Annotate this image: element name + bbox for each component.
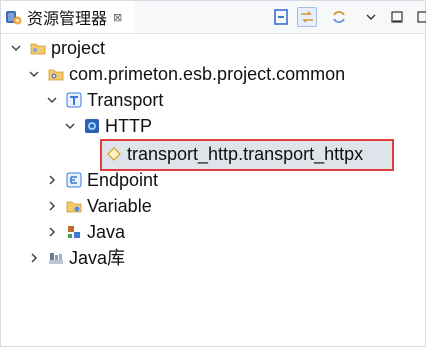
- tree-item-label: Transport: [87, 90, 164, 110]
- chevron-right-icon[interactable]: [45, 199, 59, 213]
- transport-file-icon: [105, 145, 123, 163]
- tree-item-label: Variable: [87, 196, 152, 216]
- tree-item-java-library[interactable]: Java库: [27, 245, 125, 271]
- tree-item-transport-file[interactable]: transport_http.transport_httpx: [105, 141, 363, 167]
- package-gear-icon: [47, 65, 65, 83]
- minimize-icon: [391, 11, 403, 23]
- tree-item-label: Java: [87, 222, 126, 242]
- maximize-icon: [417, 11, 426, 23]
- tree-item-variable[interactable]: Variable: [45, 193, 152, 219]
- project-folder-icon: [29, 39, 47, 57]
- explorer-icon: [5, 8, 23, 26]
- chevron-down-icon[interactable]: [9, 41, 23, 55]
- chevron-right-icon[interactable]: [45, 173, 59, 187]
- collapse-all-button[interactable]: [271, 7, 291, 27]
- resource-tree: project com.primeton.esb.project.common: [1, 33, 425, 346]
- chevron-down-icon[interactable]: [27, 67, 41, 81]
- sync-button[interactable]: [329, 7, 349, 27]
- link-with-editor-button[interactable]: [297, 7, 317, 27]
- tree-item-java[interactable]: Java: [45, 219, 125, 245]
- java-library-icon: [47, 249, 65, 267]
- tree-item-transport[interactable]: Transport: [45, 87, 163, 113]
- tree-item-endpoint[interactable]: Endpoint: [45, 167, 158, 193]
- tree-item-label: transport_http.transport_httpx: [127, 144, 364, 164]
- variable-folder-icon: [65, 197, 83, 215]
- view-menu-icon: [366, 14, 376, 20]
- http-icon: [83, 117, 101, 135]
- tree-item-http[interactable]: HTTP: [63, 113, 152, 139]
- java-icon: [65, 223, 83, 241]
- chevron-right-icon[interactable]: [27, 251, 41, 265]
- panel-titlebar: 资源管理器 ⊠: [1, 1, 426, 34]
- link-with-editor-icon: [301, 11, 313, 23]
- tree-item-label: HTTP: [105, 116, 152, 136]
- chevron-down-icon[interactable]: [63, 119, 77, 133]
- tree-item-label: Java库: [69, 248, 126, 268]
- panel-toolbar: [271, 7, 426, 27]
- chevron-down-icon[interactable]: [45, 93, 59, 107]
- transport-icon: [65, 91, 83, 109]
- sync-icon: [333, 11, 345, 23]
- close-tab-icon[interactable]: ⊠: [113, 11, 122, 24]
- tree-item-project[interactable]: project: [9, 35, 105, 61]
- explorer-panel: 资源管理器 ⊠ project com.primeton.esb.project…: [0, 0, 426, 347]
- tree-item-label: Endpoint: [87, 170, 159, 190]
- explorer-tab[interactable]: 资源管理器 ⊠: [1, 1, 135, 33]
- minimize-button[interactable]: [387, 7, 407, 27]
- tree-item-label: project: [51, 38, 106, 58]
- chevron-right-icon[interactable]: [45, 225, 59, 239]
- collapse-all-icon: [274, 9, 288, 25]
- endpoint-icon: [65, 171, 83, 189]
- maximize-button[interactable]: [413, 7, 426, 27]
- tree-item-package[interactable]: com.primeton.esb.project.common: [27, 61, 345, 87]
- view-menu-button[interactable]: [361, 7, 381, 27]
- tree-item-label: com.primeton.esb.project.common: [69, 64, 346, 84]
- panel-title: 资源管理器: [27, 11, 108, 28]
